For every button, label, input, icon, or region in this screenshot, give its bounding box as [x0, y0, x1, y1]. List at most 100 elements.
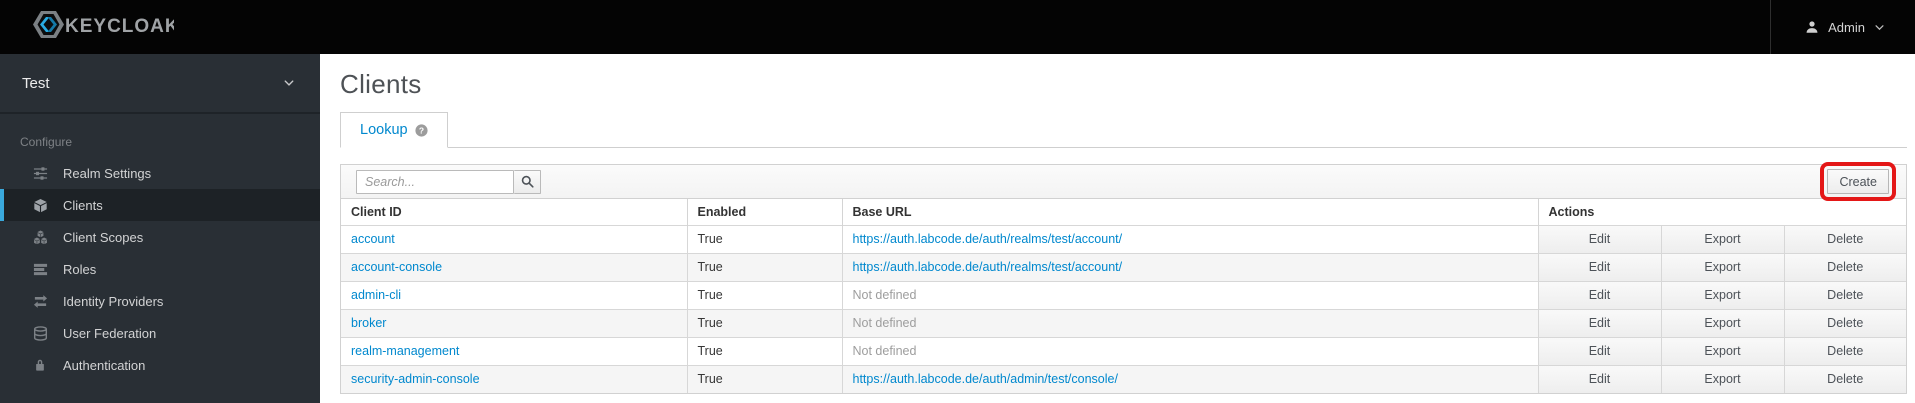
sidebar: Test Configure Realm Settings Clients Cl… — [0, 54, 320, 403]
cell-action: Export — [1660, 252, 1784, 281]
sidebar-item-authentication[interactable]: Authentication — [0, 349, 320, 381]
cell-base-url: https://auth.labcode.de/auth/realms/test… — [841, 224, 1538, 253]
delete-button[interactable]: Delete — [1784, 253, 1906, 281]
realm-selector[interactable]: Test — [0, 54, 320, 114]
cell-base-url: Not defined — [841, 280, 1538, 309]
sidebar-item-label: Authentication — [63, 357, 146, 373]
user-menu[interactable]: Admin — [1770, 0, 1915, 54]
column-header-actions: Actions — [1537, 199, 1906, 225]
cell-action: Export — [1660, 364, 1784, 393]
sidebar-item-label: User Federation — [63, 325, 157, 341]
client-id-link[interactable]: account — [351, 232, 395, 246]
export-button[interactable]: Export — [1661, 281, 1784, 309]
delete-button[interactable]: Delete — [1784, 225, 1906, 253]
cell-base-url: Not defined — [841, 308, 1538, 337]
keycloak-logo: KEYCLOAK — [24, 10, 174, 44]
sidebar-item-user-federation[interactable]: User Federation — [0, 317, 320, 349]
client-id-link[interactable]: admin-cli — [351, 288, 401, 302]
client-id-link[interactable]: account-console — [351, 260, 442, 274]
cell-enabled: True — [686, 308, 842, 337]
cell-action: Delete — [1783, 224, 1906, 253]
cell-enabled: True — [686, 336, 842, 365]
base-url-link[interactable]: https://auth.labcode.de/auth/admin/test/… — [853, 372, 1118, 386]
chevron-down-icon — [284, 80, 294, 86]
svg-text:?: ? — [418, 125, 423, 135]
cell-base-url: https://auth.labcode.de/auth/realms/test… — [841, 252, 1538, 281]
cell-action: Edit — [1537, 364, 1661, 393]
cell-client-id: security-admin-console — [341, 364, 687, 393]
user-icon — [1805, 20, 1819, 34]
search-input[interactable] — [356, 169, 514, 194]
cell-action: Export — [1660, 336, 1784, 365]
keycloak-logo-text: KEYCLOAK — [65, 16, 174, 37]
sidebar-item-label: Identity Providers — [63, 293, 164, 309]
edit-button[interactable]: Edit — [1538, 365, 1661, 393]
table-header-row: Client ID Enabled Base URL Actions — [341, 199, 1906, 225]
cell-base-url: Not defined — [841, 336, 1538, 365]
user-menu-label: Admin — [1828, 19, 1865, 35]
cell-action: Export — [1660, 308, 1784, 337]
tab-strip: Lookup ? — [340, 112, 1907, 148]
export-button[interactable]: Export — [1661, 225, 1784, 253]
column-header-client-id[interactable]: Client ID — [341, 199, 687, 225]
edit-button[interactable]: Edit — [1538, 225, 1661, 253]
delete-button[interactable]: Delete — [1784, 309, 1906, 337]
edit-button[interactable]: Edit — [1538, 253, 1661, 281]
table-toolbar: Create — [341, 162, 1906, 201]
search-button[interactable] — [514, 169, 541, 194]
cubes-icon — [32, 229, 48, 245]
table-row: admin-cli True Not defined Edit Export Del… — [341, 280, 1906, 309]
top-bar: KEYCLOAK Admin — [0, 0, 1915, 54]
client-id-link[interactable]: realm-management — [351, 344, 459, 358]
sidebar-item-label: Client Scopes — [63, 229, 144, 245]
export-button[interactable]: Export — [1661, 337, 1784, 365]
sidebar-item-client-scopes[interactable]: Client Scopes — [0, 221, 320, 253]
column-header-base-url[interactable]: Base URL — [841, 199, 1538, 225]
export-button[interactable]: Export — [1661, 365, 1784, 393]
column-header-enabled[interactable]: Enabled — [686, 199, 842, 225]
export-button[interactable]: Export — [1661, 253, 1784, 281]
tab-lookup[interactable]: Lookup ? — [340, 112, 448, 148]
cube-icon — [32, 197, 48, 213]
search-group — [356, 169, 541, 194]
cell-enabled: True — [686, 280, 842, 309]
table-row: security-admin-console True https://auth… — [341, 364, 1906, 393]
cell-client-id: account — [341, 224, 687, 253]
delete-button[interactable]: Delete — [1784, 337, 1906, 365]
delete-button[interactable]: Delete — [1784, 365, 1906, 393]
base-url-not-defined: Not defined — [852, 288, 917, 302]
export-button[interactable]: Export — [1661, 309, 1784, 337]
client-id-link[interactable]: security-admin-console — [351, 372, 480, 386]
cell-client-id: account-console — [341, 252, 687, 281]
cell-action: Delete — [1783, 252, 1906, 281]
create-button[interactable]: Create — [1820, 162, 1896, 201]
table-row: account-console True https://auth.labcod… — [341, 252, 1906, 281]
delete-button[interactable]: Delete — [1784, 281, 1906, 309]
question-circle-icon[interactable]: ? — [414, 123, 428, 137]
sidebar-item-realm-settings[interactable]: Realm Settings — [0, 157, 320, 189]
cell-action: Delete — [1783, 364, 1906, 393]
cell-action: Edit — [1537, 280, 1661, 309]
base-url-link[interactable]: https://auth.labcode.de/auth/realms/test… — [853, 232, 1123, 246]
table-row: account True https://auth.labcode.de/aut… — [341, 224, 1906, 253]
sidebar-nav: Realm Settings Clients Client Scopes Rol… — [0, 157, 320, 381]
edit-button[interactable]: Edit — [1538, 281, 1661, 309]
sidebar-item-clients[interactable]: Clients — [0, 189, 320, 221]
lock-icon — [32, 357, 48, 373]
cell-action: Delete — [1783, 280, 1906, 309]
edit-button[interactable]: Edit — [1538, 337, 1661, 365]
sidebar-item-roles[interactable]: Roles — [0, 253, 320, 285]
client-id-link[interactable]: broker — [351, 316, 386, 330]
base-url-link[interactable]: https://auth.labcode.de/auth/realms/test… — [853, 260, 1123, 274]
annotation-red-box: Create — [1820, 162, 1896, 201]
sidebar-item-identity-providers[interactable]: Identity Providers — [0, 285, 320, 317]
sidebar-item-label: Realm Settings — [63, 165, 152, 181]
cell-enabled: True — [686, 364, 842, 393]
configure-section-label: Configure — [20, 135, 73, 149]
edit-button[interactable]: Edit — [1538, 309, 1661, 337]
cell-action: Delete — [1783, 308, 1906, 337]
list-icon — [32, 261, 48, 277]
cell-action: Edit — [1537, 224, 1661, 253]
cell-action: Delete — [1783, 336, 1906, 365]
keycloak-logo-icon: KEYCLOAK — [33, 11, 174, 38]
